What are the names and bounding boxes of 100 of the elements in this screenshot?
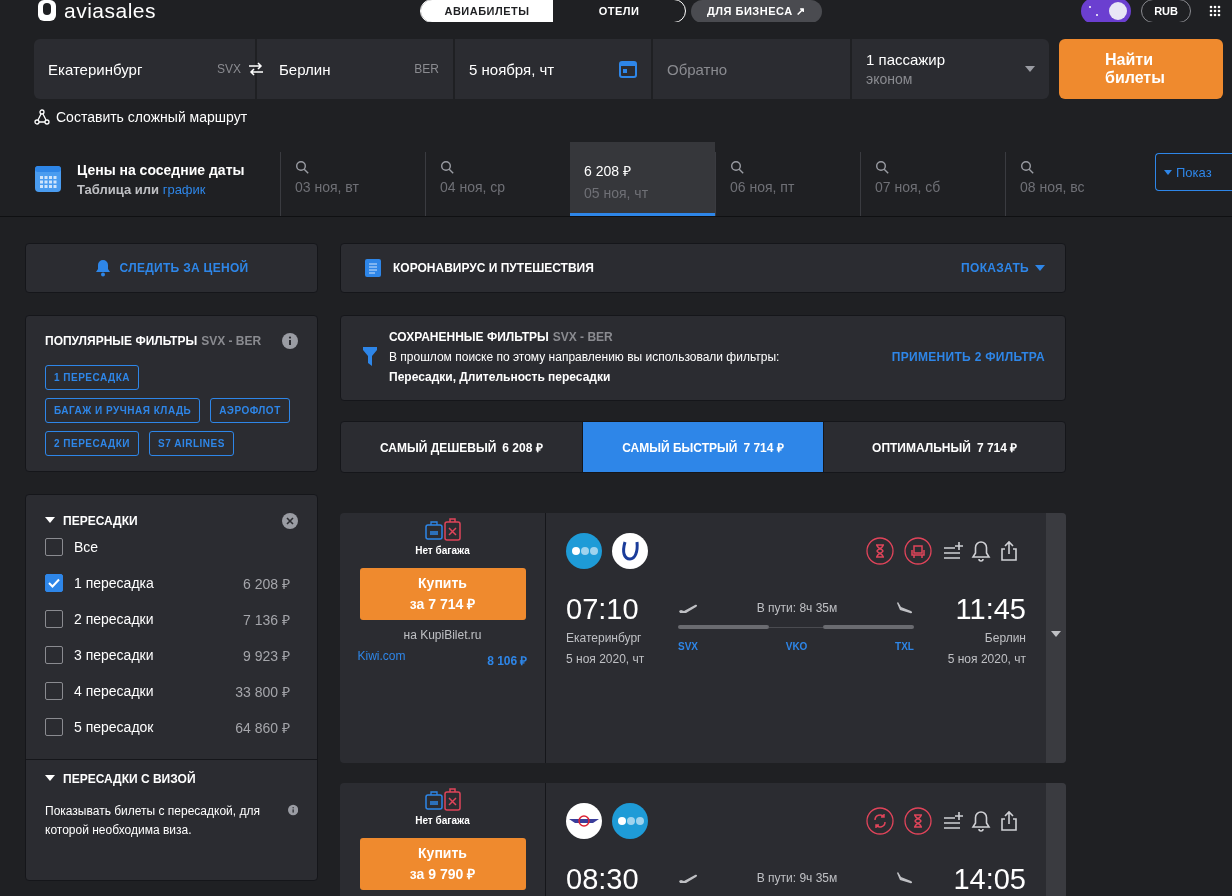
buy-button[interactable]: Купить за 7 714 ₽ (359, 568, 526, 620)
bell-icon[interactable] (970, 540, 992, 562)
takeoff-icon (678, 602, 698, 614)
date-cell[interactable]: 08 ноя, вс (1005, 152, 1150, 216)
list-add-icon[interactable] (942, 810, 964, 832)
departure-date: 5 ноя 2020, чт (566, 651, 646, 668)
option-label: 2 пересадки (74, 611, 154, 627)
clear-icon[interactable] (282, 513, 298, 529)
nav-tab[interactable]: АВИАБИЛЕТЫ (421, 0, 553, 22)
transfer-icon (866, 807, 894, 835)
option-label: 3 пересадки (74, 647, 154, 663)
filter-tag[interactable]: S7 AIRLINES (149, 431, 234, 456)
info-icon (287, 802, 298, 818)
option-price: 9 923 ₽ (243, 646, 290, 665)
section-title: ПЕРЕСАДКИ С ВИЗОЙ (63, 772, 196, 786)
route-text: SVX - BER (201, 334, 262, 348)
bell-icon[interactable] (970, 810, 992, 832)
date-field[interactable]: 5 ноября, чт (455, 39, 651, 99)
sort-tab[interactable]: САМЫЙ БЫСТРЫЙ 7 714 ₽ (581, 422, 824, 472)
baggage-icon (424, 788, 461, 812)
share-icon[interactable] (998, 810, 1020, 832)
caret-icon (1051, 631, 1061, 637)
search-icon (440, 160, 454, 174)
apply-filters-link[interactable]: ПРИМЕНИТЬ 2 ФИЛЬТРА (891, 350, 1045, 364)
section-title: ПОПУЛЯРНЫЕ ФИЛЬТРЫ (45, 334, 198, 348)
table-caption: Таблица или (77, 181, 160, 197)
airport-code: SVX (678, 641, 698, 652)
sort-tab[interactable]: ОПТИМАЛЬНЫЙ 7 714 ₽ (823, 422, 1065, 472)
price-watch-button[interactable]: СЛЕДИТЬ ЗА ЦЕНОЙ (25, 243, 318, 293)
bell-icon (94, 259, 111, 277)
date-cell[interactable]: 6 208 ₽ 05 ноя, чт (570, 142, 715, 216)
duration-text: В пути: 8ч 35м (756, 601, 838, 615)
checkbox[interactable] (45, 610, 63, 628)
complex-route-link[interactable]: Составить сложный маршрут (56, 109, 248, 125)
swap-icon[interactable] (248, 62, 264, 76)
option-label: Все (74, 539, 99, 555)
buy-button[interactable]: Купить за 9 790 ₽ (359, 838, 526, 890)
business-link[interactable]: ДЛЯ БИЗНЕСА ↗ (691, 0, 822, 22)
cabin-class: эконом (866, 71, 914, 87)
notice-title: КОРОНАВИРУС И ПУТЕШЕСТВИЯ (393, 261, 594, 275)
arrival-time: 14:05 (952, 863, 1026, 896)
route-text: SVX - BER (552, 330, 613, 344)
chart-link[interactable]: график (162, 181, 206, 197)
option-price: 64 860 ₽ (235, 718, 290, 737)
filter-tag[interactable]: АЭРОФЛОТ (210, 398, 290, 423)
checkbox[interactable] (45, 682, 63, 700)
filter-tag[interactable]: 1 ПЕРЕСАДКА (45, 365, 140, 390)
return-date-field[interactable]: Обратно (653, 39, 850, 99)
calendar-icon (619, 60, 637, 78)
sort-tab[interactable]: САМЫЙ ДЕШЕВЫЙ 6 208 ₽ (341, 422, 582, 472)
airport-code: VKO (785, 641, 808, 652)
airport-code: BER (414, 62, 439, 76)
date-cell[interactable]: 03 ноя, вт (280, 152, 425, 216)
agency-text: на KupiBilet.ru (403, 628, 482, 642)
airline-logo (612, 533, 648, 569)
baggage-icon (424, 518, 461, 542)
checkbox[interactable] (45, 538, 63, 556)
arrival-date: 5 ноя 2020, чт (946, 651, 1026, 668)
city-text: Екатеринбург (48, 60, 143, 78)
funnel-icon (363, 347, 377, 367)
duration-text: В пути: 9ч 35м (756, 871, 838, 885)
saved-filters-text: В прошлом поиске по этому направлению вы использовали фильтры: (389, 350, 780, 364)
nav-tab[interactable]: ОТЕЛИ (553, 0, 685, 22)
share-icon[interactable] (998, 540, 1020, 562)
route-icon (34, 109, 50, 125)
document-icon (365, 259, 381, 277)
checkbox[interactable] (45, 574, 63, 592)
hourglass-icon (866, 537, 894, 565)
takeoff-icon (678, 872, 698, 884)
search-icon (1020, 160, 1034, 174)
filter-tag[interactable]: 2 ПЕРЕСАДКИ (45, 431, 140, 456)
airport-code: TXL (895, 641, 914, 652)
city-text: Берлин (279, 60, 331, 78)
origin-field[interactable]: Екатеринбург SVX (34, 39, 255, 99)
search-button[interactable]: Найти билеты (1059, 39, 1223, 99)
offer-price[interactable]: 8 106 ₽ (487, 652, 528, 669)
departure-time: 08:30 (566, 863, 640, 896)
passengers-field[interactable]: 1 пассажир эконом (852, 39, 1049, 99)
search-icon (295, 160, 309, 174)
date-cell[interactable]: 07 ноя, сб (860, 152, 1005, 216)
check-icon (48, 578, 60, 588)
option-price: 7 136 ₽ (243, 610, 290, 629)
destination-field[interactable]: Берлин BER (257, 39, 453, 99)
show-button[interactable]: Показ (1155, 153, 1232, 191)
option-label: 1 пересадка (74, 575, 154, 591)
hourglass-icon (904, 807, 932, 835)
search-icon (730, 160, 744, 174)
checkbox[interactable] (45, 646, 63, 664)
logo-text[interactable]: aviasales (64, 0, 157, 22)
night-mode-toggle[interactable] (1081, 0, 1132, 22)
departure-time: 07:10 (566, 593, 640, 626)
list-add-icon[interactable] (942, 540, 964, 562)
logo-icon (36, 0, 58, 22)
visa-description: Показывать билеты с пересадкой, для которой необходима виза. (45, 803, 261, 839)
agency-link[interactable]: Kiwi.com (357, 649, 406, 669)
date-cell[interactable]: 06 ноя, пт (715, 152, 860, 216)
info-icon (282, 333, 298, 349)
checkbox[interactable] (45, 718, 63, 736)
show-link[interactable]: ПОКАЗАТЬ (961, 261, 1045, 275)
filter-tag[interactable]: БАГАЖ И РУЧНАЯ КЛАДЬ (45, 398, 201, 423)
